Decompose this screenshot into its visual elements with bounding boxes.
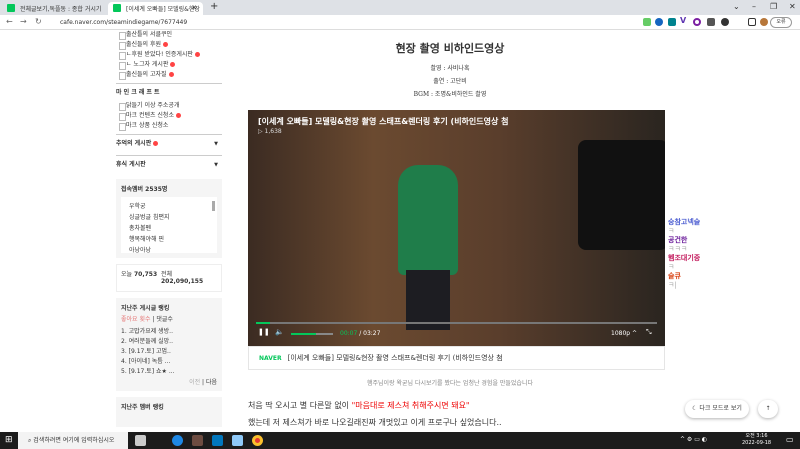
naver-cafe-icon: [7, 4, 15, 12]
online-member-list[interactable]: 우학궁 싱글벙글 침편지 총차볼펜 행복해야해 핀 아낭아낭: [121, 197, 217, 253]
clock[interactable]: 오전 3:16 2022-09-18: [742, 433, 771, 447]
post-ranking: 지난주 게시글 랭킹 좋아요 횟수 | 댓글수 1. 고맙가요제 생방.. 2. …: [116, 298, 222, 391]
naver-cafe-icon: [113, 4, 121, 12]
tab-likes[interactable]: 좋아요 횟수: [121, 316, 151, 323]
post-content: 현장 촬영 비하인드영상 촬영 : 사비나혹 출연 : 고단비 BGM : 조명&비…: [232, 30, 668, 432]
sidebar-item[interactable]: ㄴ 노그자 게시판: [116, 60, 222, 70]
new-tab-button[interactable]: +: [210, 1, 218, 12]
video-frame-camera: [578, 140, 665, 250]
minecraft-icon[interactable]: [192, 435, 203, 446]
fullscreen-icon[interactable]: ⤡: [646, 328, 652, 337]
tab-search-icon[interactable]: ⌄: [733, 2, 740, 11]
video-frame-person: [398, 165, 458, 275]
memories-board[interactable]: 추억의 게시판 ▼: [116, 134, 222, 152]
sidebar-item[interactable]: 마크 컨텐츠 신청소: [116, 111, 222, 121]
address-bar: ← → ↻ cafe.naver.com/steamindiegame/7677…: [0, 15, 800, 30]
pause-button[interactable]: ❚❚: [258, 328, 270, 336]
back-icon[interactable]: ←: [6, 17, 13, 26]
app-icon[interactable]: [232, 435, 243, 446]
extension-icon[interactable]: [668, 18, 676, 26]
chevron-down-icon: ▼: [214, 141, 218, 147]
tray-icons[interactable]: ^ ⚙ ▭ ◐: [680, 436, 707, 443]
visit-stats: 오늘 70,753 전체 202,090,155: [116, 264, 222, 292]
extension-icon[interactable]: [643, 18, 651, 26]
close-window-button[interactable]: ✕: [789, 2, 796, 11]
chrome-icon[interactable]: [252, 435, 263, 446]
chevron-down-icon: ▼: [214, 162, 218, 168]
next-button[interactable]: 다음: [206, 379, 217, 386]
v-extension-icon[interactable]: V: [680, 16, 688, 25]
edge-icon[interactable]: [172, 435, 183, 446]
sidebar-item[interactable]: 출신들의 후원: [116, 40, 222, 50]
extension-icon[interactable]: [693, 18, 701, 26]
quality-button[interactable]: 1080p ^: [611, 330, 637, 337]
widget-icon[interactable]: [135, 435, 146, 446]
tab-comments[interactable]: 댓글수: [156, 316, 173, 323]
rest-board[interactable]: 휴식 게시판 ▼: [116, 155, 222, 173]
tab-2[interactable]: [이세계 오빠들] 모델링&현장 ✕: [108, 2, 203, 15]
avatar[interactable]: [760, 18, 768, 26]
dark-mode-button[interactable]: ☾ 다크 모드로 보기: [685, 400, 749, 418]
view-count: ▷ 1,638: [258, 128, 282, 135]
sidebar-item[interactable]: 출신들의 고자질: [116, 70, 222, 80]
sidepanel-icon[interactable]: [748, 18, 756, 26]
extension-icon[interactable]: [707, 18, 715, 26]
taskbar-search[interactable]: ⌕ 검색하려면 여기에 입력하십시오: [18, 432, 128, 449]
sidebar-item[interactable]: 출산틀의 서클쿠인: [116, 30, 222, 40]
ranking-item[interactable]: 1. 고맙가요제 생방..: [121, 327, 217, 337]
notification-icon[interactable]: ▭: [786, 435, 794, 444]
extension-icon[interactable]: [655, 18, 663, 26]
ranking-item[interactable]: 5. [9.17.토] 쇼★ ...: [121, 367, 217, 377]
minimize-button[interactable]: –: [752, 2, 756, 11]
video-player[interactable]: [이세계 오빠들] 모델링&현장 촬영 스태프&렌더링 후기 (비하인드영상 첨…: [248, 110, 665, 346]
scroll-top-button[interactable]: ↑: [758, 400, 778, 418]
scrollbar[interactable]: [212, 201, 215, 211]
cafe-sidebar: 출산틀의 서클쿠인 출신들의 후원 ㄴ후원 받았다! 인증게시판 ㄴ 노그자 게…: [116, 30, 222, 432]
close-icon[interactable]: ✕: [191, 4, 197, 12]
section-minecraft: 마 인 크 래 프 트: [116, 83, 222, 101]
tab-bar: 전체글보기,독플동 : 종합 거시기✕ [이세계 오빠들] 모델링&현장✕ + …: [0, 0, 800, 15]
volume-icon[interactable]: 🔈: [275, 328, 284, 336]
sidebar-item[interactable]: 닭들기 이상 주소공개: [116, 101, 222, 111]
online-members-box: 접속멤버 2535명 우학궁 싱글벙글 침편지 총차볼펜 행복해야해 핀 아낭아낭: [116, 179, 222, 258]
video-progress-bar[interactable]: [256, 322, 657, 324]
ranking-item[interactable]: 4. [아이네] 녹틈 ...: [121, 357, 217, 367]
profile-button[interactable]: 오류: [770, 17, 792, 28]
reload-icon[interactable]: ↻: [35, 17, 42, 26]
windows-start-icon[interactable]: ⊞: [5, 435, 13, 445]
chat-overlay: 숭참고넥슬 ㅋ 공건한 ㅋㅋㅋ 헴조대기중 ㅋ 슬큐 ㅋ|: [668, 218, 701, 289]
sidebar-item[interactable]: ㄴ후원 받았다! 인증게시판: [116, 50, 222, 60]
vscode-icon[interactable]: [212, 435, 223, 446]
maximize-button[interactable]: ❐: [770, 2, 777, 11]
puzzle-icon[interactable]: [721, 18, 729, 26]
taskbar: ⊞ ⌕ 검색하려면 여기에 입력하십시오 ^ ⚙ ▭ ◐ 오전 3:16 2022…: [0, 432, 800, 449]
ranking-item[interactable]: 3. [9.17.토] 고멉..: [121, 347, 217, 357]
member-ranking: 지난주 멤버 랭킹: [116, 397, 222, 427]
sidebar-item[interactable]: 마크 상품 신청소: [116, 121, 222, 131]
volume-slider[interactable]: [291, 333, 333, 335]
ranking-item[interactable]: 2. 여러분들께 실망..: [121, 337, 217, 347]
prev-button[interactable]: 이전: [189, 379, 200, 386]
video-caption[interactable]: NAVER [이세계 오빠들] 모델링&현장 촬영 스태프&렌더링 후기 (비하인…: [248, 346, 665, 370]
post-heading: 현장 촬영 비하인드영상: [395, 42, 505, 55]
url-field[interactable]: cafe.naver.com/steamindiegame/7677449: [50, 17, 590, 28]
forward-icon[interactable]: →: [20, 17, 27, 26]
